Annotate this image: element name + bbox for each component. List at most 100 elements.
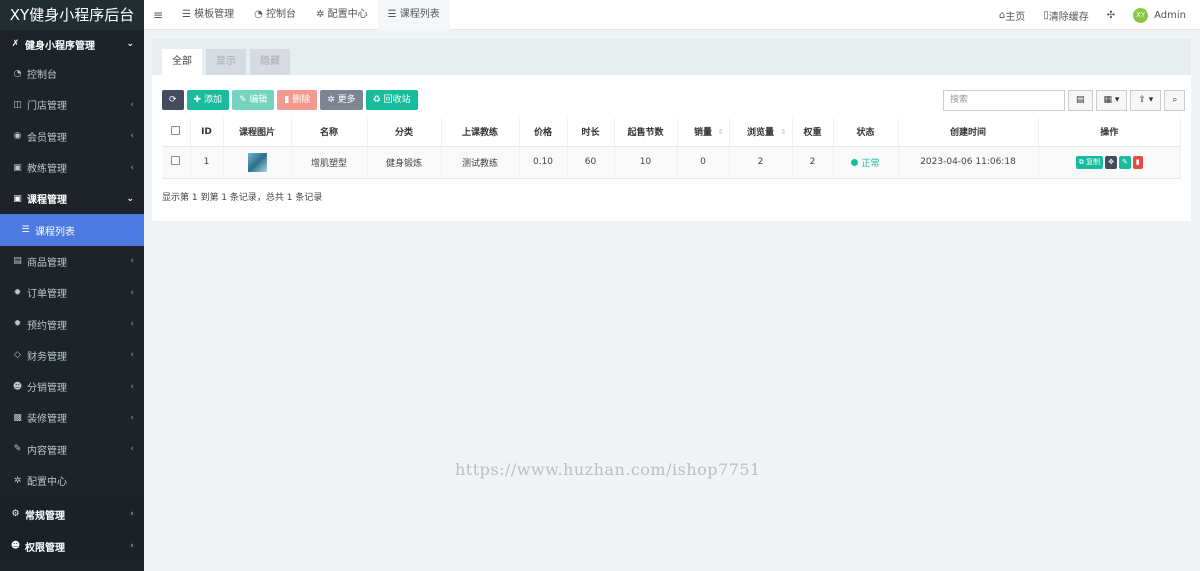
sidebar-item-label: 教练管理 [27, 164, 67, 176]
col-sales[interactable]: 销量 ⇕ [677, 118, 730, 147]
add-label: 添加 [203, 95, 222, 105]
sidebar-item-label: 财务管理 [27, 351, 67, 363]
sidebar-item-label: 商品管理 [27, 257, 67, 269]
pagination-info: 显示第 1 到第 1 条记录，总共 1 条记录 [162, 193, 323, 203]
tab-dashboard[interactable]: ◔ 控制台 [244, 0, 306, 30]
sidebar-group-regular[interactable]: ⚙ 常规管理 ‹ [0, 498, 144, 531]
diamond-icon: ◇ [14, 350, 21, 361]
course-thumbnail[interactable] [247, 152, 267, 172]
tab-label: 控制台 [266, 8, 297, 20]
sidebar-group-permission[interactable]: ☻ 权限管理 ‹ [0, 530, 144, 563]
drag-button[interactable]: ✥ [1105, 155, 1117, 169]
row-checkbox[interactable] [171, 156, 181, 165]
search-icon: ⌕ [1172, 95, 1178, 105]
columns-button[interactable]: ▦ ▾ [1095, 90, 1128, 111]
gear-icon: ✲ [316, 8, 328, 20]
tab-hidden[interactable]: 隐藏 [250, 49, 290, 75]
sidebar-item-members[interactable]: ◉ 会员管理 ‹ [0, 121, 144, 152]
search-button[interactable]: ⌕ [1164, 90, 1186, 111]
sidebar-item-distribution[interactable]: ☻ 分销管理 ‹ [0, 371, 144, 402]
sidebar-item-label: 课程列表 [35, 226, 75, 238]
sidebar-item-finance[interactable]: ◇ 财务管理 ‹ [0, 340, 144, 371]
tab-shown[interactable]: 显示 [206, 49, 246, 75]
sidebar-item-booking[interactable]: ✹ 预约管理 ‹ [0, 308, 144, 339]
cell-id: 1 [190, 146, 224, 179]
tab-course-list[interactable]: ☰ 课程列表 [377, 0, 450, 30]
tab-config[interactable]: ✲ 配置中心 [306, 0, 378, 30]
sidebar-item-goods[interactable]: ▤ 商品管理 ‹ [0, 246, 144, 277]
trash-icon: ▮ [1135, 157, 1140, 166]
table-tools: ▤ ▦ ▾ ⇪ ▾ ⌕ [1068, 90, 1188, 111]
sidebar-item-decoration[interactable]: ▩ 装修管理 ‹ [0, 402, 144, 433]
tab-template[interactable]: ☰ 模板管理 [172, 0, 244, 30]
move-icon: ✥ [1108, 157, 1114, 166]
user-menu[interactable]: XY Admin [1124, 7, 1200, 23]
sidebar-item-config[interactable]: ✲ 配置中心 [0, 465, 144, 496]
hamburger-icon[interactable]: ≡ [144, 8, 172, 22]
course-table: ID 课程图片 名称 分类 上课教练 价格 时长 起售节数 销量 ⇕ 浏览量 ⇕ 权… [162, 118, 1181, 179]
fullscreen-icon[interactable]: ✣ [1098, 10, 1124, 21]
more-label: 更多 [337, 95, 356, 105]
refresh-icon: ⟳ [169, 95, 177, 105]
chevron-left-icon: ‹ [130, 350, 134, 361]
sidebar-group-label: 常规管理 [25, 510, 65, 522]
recycle-label: 回收站 [383, 95, 411, 105]
tab-all[interactable]: 全部 [162, 49, 202, 75]
tab-label: 配置中心 [327, 8, 368, 20]
edit-label: 编辑 [249, 95, 268, 105]
cell-sales: 0 [677, 146, 730, 179]
edit-button[interactable]: ✎ 编辑 [231, 90, 275, 110]
cell-name: 增肌塑型 [291, 146, 368, 179]
sidebar-group-fitness[interactable]: ✗ 健身小程序管理 ⌄ [0, 30, 144, 58]
cell-category: 健身锻炼 [367, 146, 442, 179]
tab-label: 模板管理 [194, 8, 235, 20]
coach-icon: ▣ [13, 162, 22, 173]
sidebar-item-course-list[interactable]: ☰ 课程列表 [0, 214, 144, 246]
chevron-left-icon: ‹ [130, 509, 134, 520]
home-label: 主页 [1005, 11, 1026, 23]
sidebar-item-coaches[interactable]: ▣ 教练管理 ‹ [0, 152, 144, 183]
col-price: 价格 [519, 118, 568, 147]
col-actions: 操作 [1038, 118, 1181, 147]
select-all-checkbox[interactable] [162, 118, 191, 147]
col-views[interactable]: 浏览量 ⇕ [729, 118, 793, 147]
status-label: 正常 [861, 158, 880, 169]
col-created: 创建时间 [898, 118, 1039, 147]
col-sales-label: 销量 [693, 128, 712, 139]
export-button[interactable]: ⇪ ▾ [1130, 90, 1162, 111]
cog-icon: ✲ [327, 95, 338, 105]
refresh-button[interactable]: ⟳ [162, 90, 184, 110]
filter-tabs: 全部 显示 隐藏 [152, 39, 1191, 75]
recycle-bin-button[interactable]: ♻ 回收站 [365, 90, 418, 110]
sidebar-item-courses[interactable]: ▣ 课程管理 ⌄ [0, 183, 144, 214]
sidebar-item-content[interactable]: ✎ 内容管理 ‹ [0, 434, 144, 465]
col-status: 状态 [833, 118, 899, 147]
sidebar-item-dashboard[interactable]: ◔ 控制台 [0, 58, 144, 89]
sidebar-item-store[interactable]: ◫ 门店管理 ‹ [0, 89, 144, 120]
picture-icon: ▩ [13, 412, 22, 423]
clear-cache-label: 清除缓存 [1048, 11, 1089, 23]
row-edit-button[interactable]: ✎ [1118, 155, 1131, 169]
clear-cache-button[interactable]: ▯ 清除缓存 [1034, 8, 1098, 23]
status-badge[interactable]: 正常 [851, 158, 880, 169]
sidebar-item-label: 配置中心 [27, 477, 67, 488]
cell-min-sessions: 10 [614, 146, 678, 179]
delete-button[interactable]: ▮ 删除 [277, 90, 318, 110]
sidebar-item-orders[interactable]: ✹ 订单管理 ‹ [0, 277, 144, 308]
table-header-row: ID 课程图片 名称 分类 上课教练 价格 时长 起售节数 销量 ⇕ 浏览量 ⇕ 权… [162, 118, 1181, 147]
home-link[interactable]: ⌂ 主页 [990, 8, 1034, 23]
brand-logo[interactable]: XY健身小程序后台 [0, 0, 144, 30]
col-id[interactable]: ID [190, 118, 224, 147]
add-button[interactable]: ✚ 添加 [186, 90, 229, 110]
chevron-left-icon: ‹ [130, 412, 134, 423]
recycle-icon: ♻ [372, 95, 384, 105]
copy-button[interactable]: ⧉ 复制 [1075, 155, 1104, 169]
checkbox[interactable] [171, 125, 181, 135]
sidebar: XY健身小程序后台 ✗ 健身小程序管理 ⌄ ◔ 控制台 ◫ 门店管理 ‹ ◉ 会员管理 ‹… [0, 0, 144, 571]
sidebar-item-label: 分销管理 [27, 383, 67, 395]
sort-icon: ⇕ [780, 128, 787, 136]
toggle-view-button[interactable]: ▤ [1068, 90, 1093, 111]
row-delete-button[interactable]: ▮ [1132, 155, 1143, 169]
more-button[interactable]: ✲ 更多 [320, 90, 363, 110]
search-input[interactable]: 搜索 [943, 90, 1065, 111]
